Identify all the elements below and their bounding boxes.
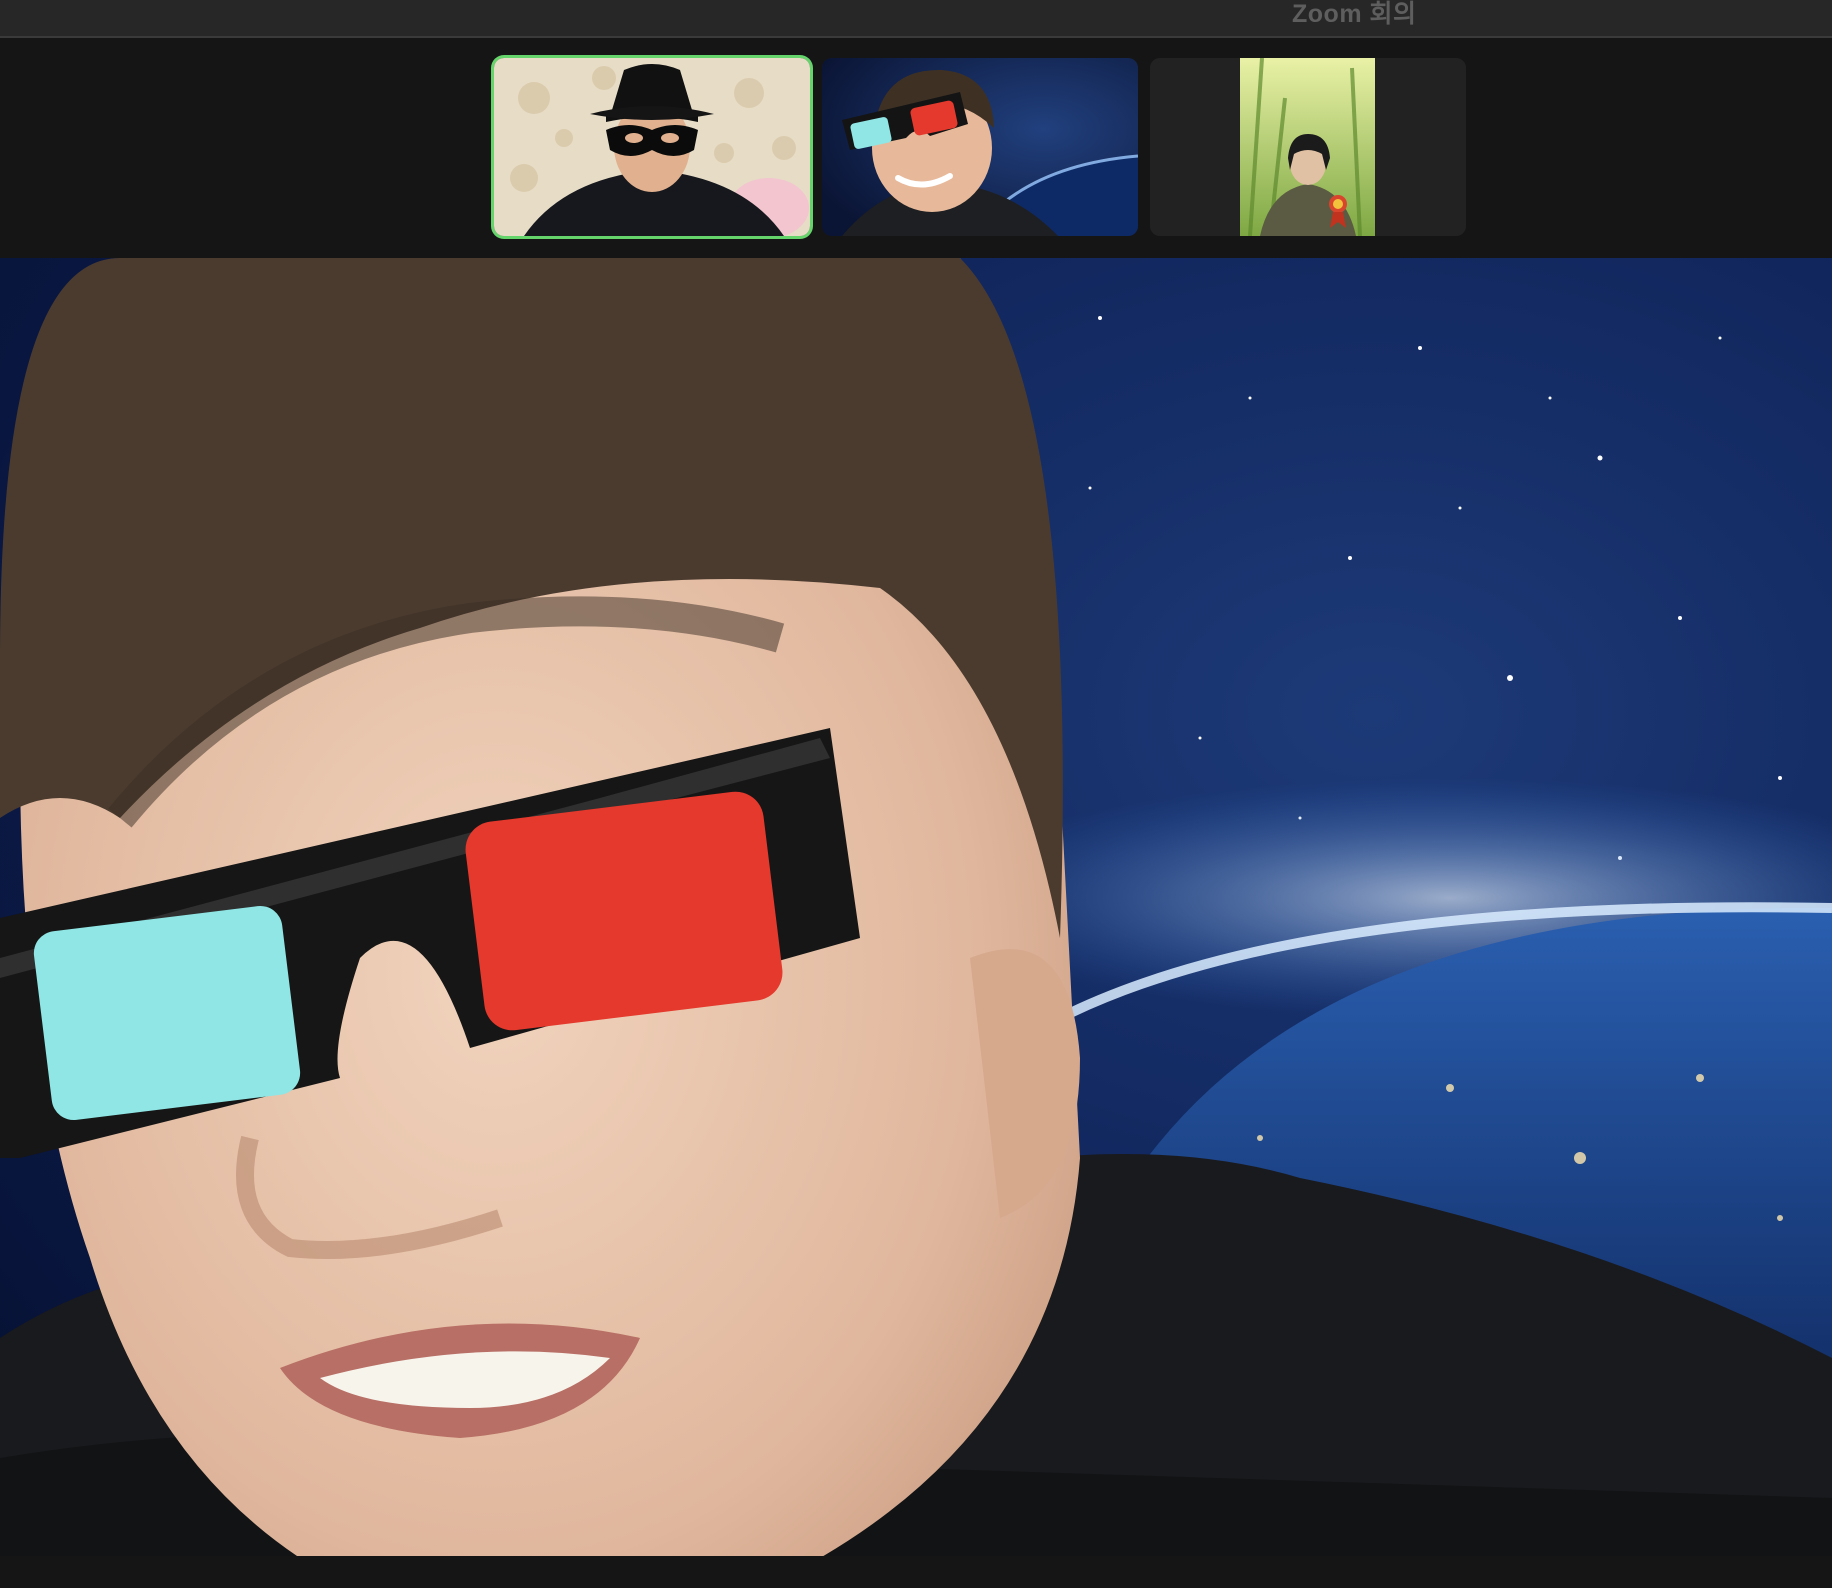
participant-tile-2[interactable] — [822, 58, 1138, 236]
participant-video-1 — [494, 58, 810, 236]
thumbnail-strip — [0, 38, 1832, 258]
bandit-mask-icon — [612, 64, 692, 110]
main-speaker-video — [0, 258, 1832, 1556]
bottom-bar — [0, 1556, 1832, 1588]
title-bar: Zoom 회의 — [0, 0, 1832, 38]
participant-video-2 — [822, 58, 1138, 236]
window-title: Zoom 회의 — [1292, 0, 1417, 28]
participant-video-3 — [1150, 58, 1466, 236]
participant-tile-3[interactable] — [1150, 58, 1466, 236]
participant-tile-1[interactable] — [494, 58, 810, 236]
